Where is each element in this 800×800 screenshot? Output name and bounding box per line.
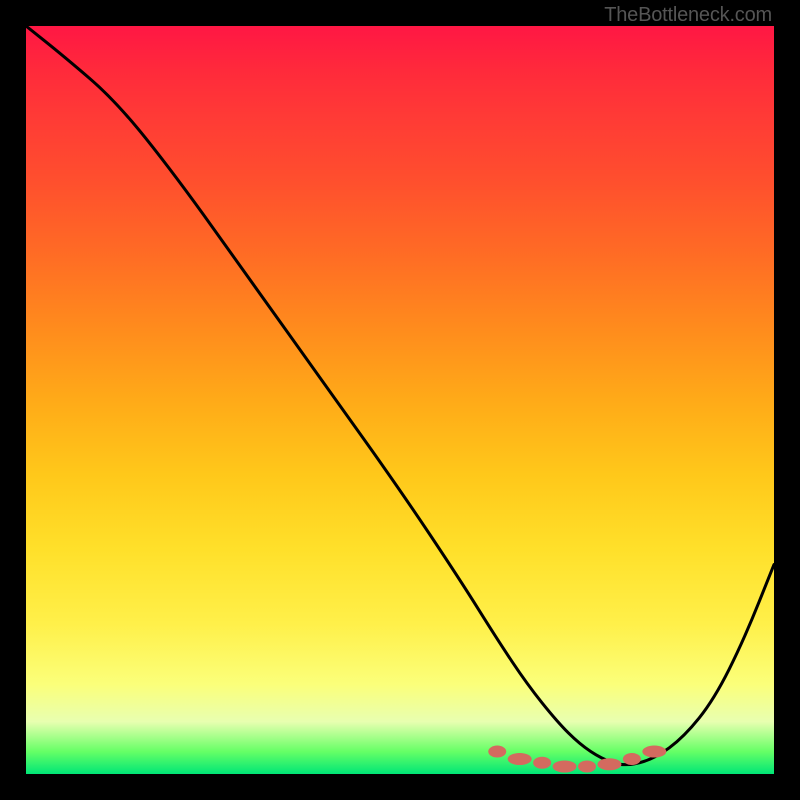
chart-container: TheBottleneck.com bbox=[0, 0, 800, 800]
optimal-marker bbox=[578, 761, 596, 773]
optimal-marker bbox=[597, 758, 621, 770]
optimal-range-markers bbox=[488, 746, 666, 773]
optimal-marker bbox=[533, 757, 551, 769]
plot-area bbox=[26, 26, 774, 774]
watermark-text: TheBottleneck.com bbox=[604, 4, 772, 27]
bottleneck-curve bbox=[26, 26, 774, 765]
curve-layer bbox=[26, 26, 774, 774]
optimal-marker bbox=[508, 753, 532, 765]
optimal-marker bbox=[488, 746, 506, 758]
optimal-marker bbox=[553, 761, 577, 773]
optimal-marker bbox=[623, 753, 641, 765]
optimal-marker bbox=[642, 746, 666, 758]
